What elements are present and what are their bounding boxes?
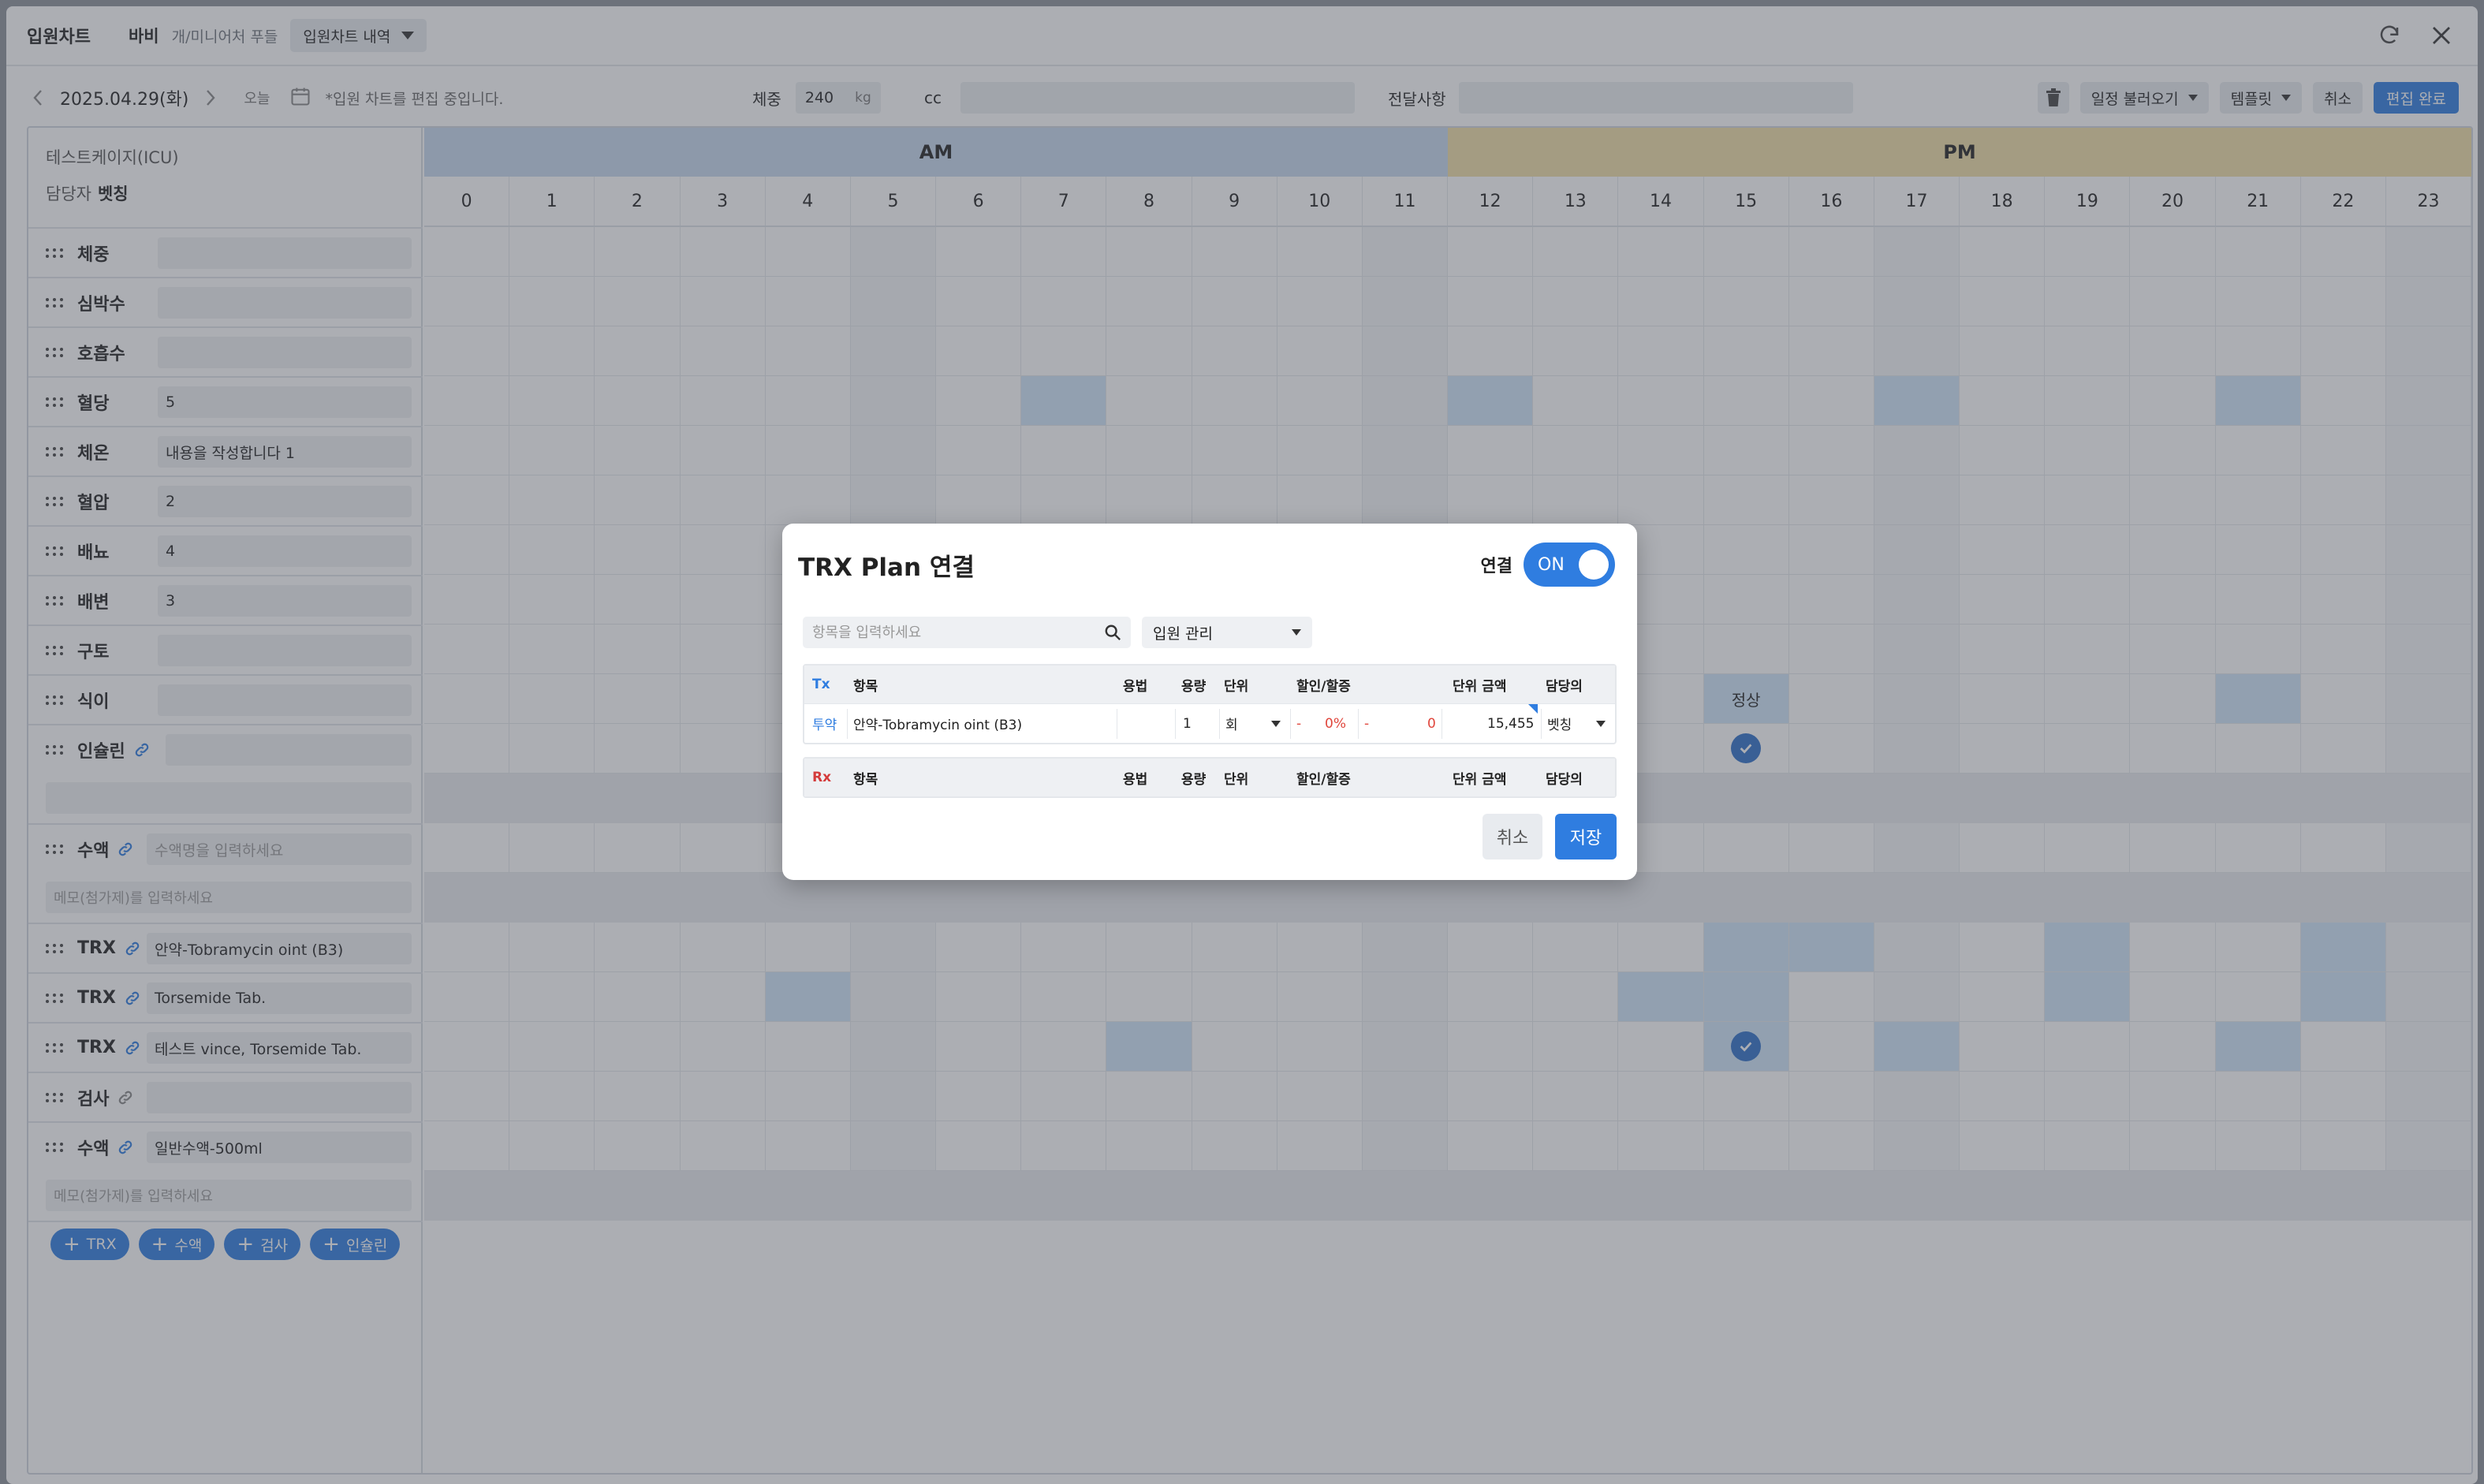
tx-row-type: 투약: [812, 718, 837, 733]
rx-table-header: Rx 항목 용법 용량 단위 할인/할증 단위 금액 담당의: [804, 759, 1615, 796]
tx-usage-cell[interactable]: [1117, 709, 1173, 739]
rx-col-usage: 용법: [1123, 771, 1148, 788]
tx-table: Tx 항목 용법 용량 단위 할인/할증 단위 금액 담당의 투약 안약-Tob…: [803, 664, 1617, 744]
tx-table-header: Tx 항목 용법 용량 단위 할인/할증 단위 금액 담당의: [804, 666, 1615, 703]
category-select[interactable]: 입원 관리: [1142, 617, 1312, 648]
trx-plan-link-modal: TRX Plan 연결 연결 ON 입원 관리 Tx 항목 용법 용량 단위 할…: [782, 524, 1637, 880]
rx-col-item: 항목: [853, 771, 878, 788]
tx-row-unit: 회: [1225, 718, 1238, 733]
tx-col-unit: 단위: [1224, 678, 1249, 695]
tx-row[interactable]: 투약 안약-Tobramycin oint (B3) 1 회 - 0% - 0 …: [804, 703, 1615, 743]
tx-surcharge-value: 0: [1427, 715, 1436, 732]
tx-discount-pct: 0%: [1325, 715, 1346, 732]
tx-surcharge-sign: -: [1364, 715, 1370, 732]
rx-col-price: 단위 금액: [1453, 771, 1507, 788]
modal-save-button[interactable]: 저장: [1555, 814, 1617, 859]
rx-tag: Rx: [812, 770, 832, 785]
tx-row-dose: 1: [1183, 715, 1192, 732]
chevron-down-icon: [1596, 721, 1606, 727]
tx-col-item: 항목: [853, 678, 878, 695]
link-toggle-group: 연결 ON: [1481, 543, 1615, 587]
tx-row-item: 안약-Tobramycin oint (B3): [853, 718, 1023, 733]
edited-corner-marker: [1528, 704, 1538, 714]
tx-tag: Tx: [812, 677, 830, 692]
category-value: 입원 관리: [1153, 625, 1213, 643]
rx-col-doctor: 담당의: [1546, 771, 1583, 788]
link-label: 연결: [1480, 557, 1512, 576]
rx-col-discount: 할인/할증: [1296, 771, 1351, 788]
modal-cancel-button[interactable]: 취소: [1483, 814, 1542, 859]
toggle-knob: [1579, 550, 1609, 580]
tx-col-usage: 용법: [1123, 678, 1148, 695]
chevron-down-icon: [1271, 721, 1281, 727]
item-search: [803, 617, 1131, 648]
tx-col-doctor: 담당의: [1546, 678, 1583, 695]
chevron-down-icon: [1292, 629, 1301, 636]
tx-row-doctor: 벳칭: [1547, 718, 1572, 733]
tx-dose-cell[interactable]: [1175, 709, 1219, 739]
tx-row-price: 15,455: [1487, 715, 1535, 732]
rx-table: Rx 항목 용법 용량 단위 할인/할증 단위 금액 담당의: [803, 757, 1617, 798]
link-toggle[interactable]: ON: [1524, 543, 1615, 587]
tx-col-discount: 할인/할증: [1296, 678, 1351, 695]
rx-col-dose: 용량: [1181, 771, 1207, 788]
item-search-input[interactable]: [812, 624, 1080, 641]
rx-col-unit: 단위: [1224, 771, 1249, 788]
tx-col-dose: 용량: [1181, 678, 1207, 695]
toggle-state: ON: [1538, 554, 1565, 575]
tx-discount-sign: -: [1296, 715, 1302, 732]
modal-title: TRX Plan 연결: [798, 554, 975, 582]
tx-col-price: 단위 금액: [1453, 678, 1507, 695]
search-icon[interactable]: [1104, 624, 1121, 641]
